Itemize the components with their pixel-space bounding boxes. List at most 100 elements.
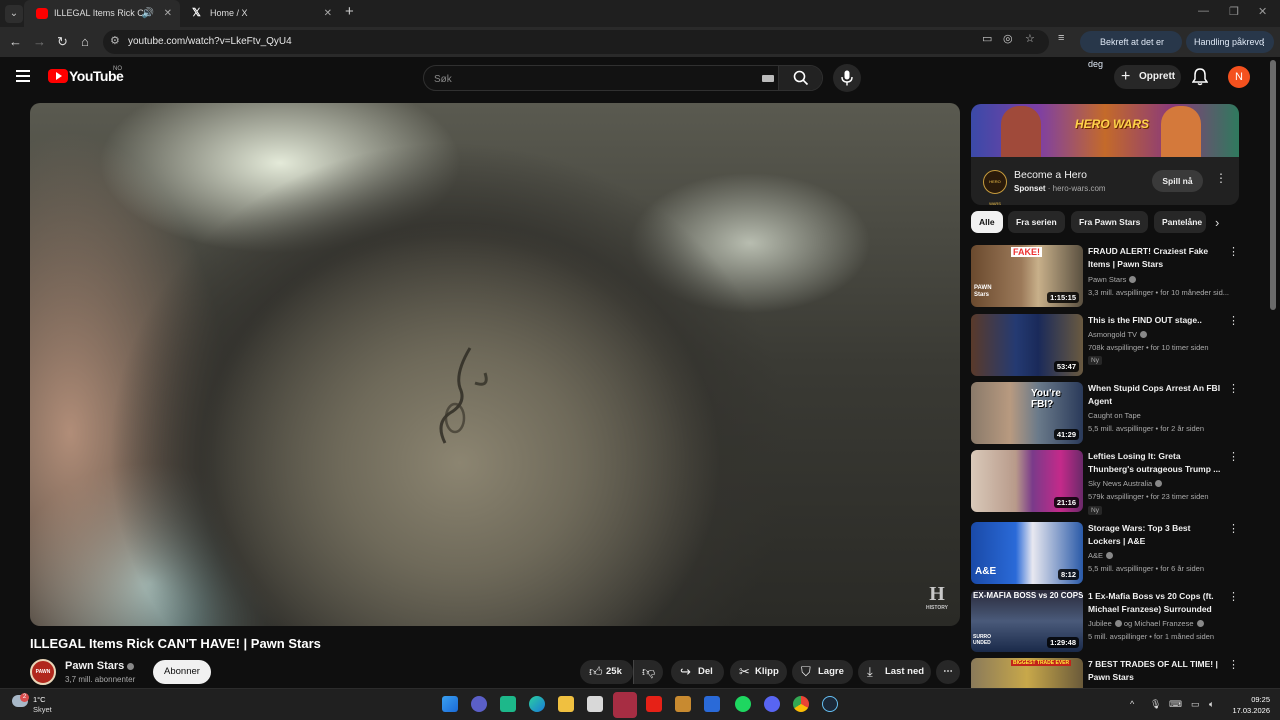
chip-from-pawn-stars[interactable]: Fra Pawn Stars: [1071, 211, 1149, 233]
subscribe-button[interactable]: Abonner: [153, 660, 211, 684]
tab-x[interactable]: 𝕏 Home / X ✕: [180, 0, 340, 27]
chip-pawn-shop[interactable]: Pantelåne: [1154, 211, 1206, 233]
video-thumbnail[interactable]: 21:16: [971, 450, 1083, 512]
volume-icon[interactable]: 🔈︎: [1209, 699, 1214, 710]
search-button[interactable]: [778, 66, 822, 90]
page-scrollbar[interactable]: [1270, 60, 1276, 310]
recommendation-title[interactable]: Storage Wars: Top 3 Best Lockers | A&E: [1088, 522, 1223, 548]
weather-temperature[interactable]: 1°C: [33, 695, 46, 704]
more-vert-icon[interactable]: ⋮: [1228, 314, 1239, 327]
home-icon[interactable]: ⌂: [81, 34, 89, 49]
site-info-icon[interactable]: ⚙: [110, 34, 120, 47]
cast-icon[interactable]: ▭: [982, 32, 992, 45]
tab-youtube[interactable]: ILLEGAL Items Rick CAN'T H 🔊 ✕: [24, 0, 180, 27]
chrome-icon[interactable]: [793, 696, 809, 712]
more-vert-icon[interactable]: ⋮: [1228, 245, 1239, 258]
verify-identity-pill[interactable]: Bekreft at det er deg: [1080, 31, 1182, 69]
teams-icon[interactable]: [471, 696, 487, 712]
chip-all[interactable]: Alle: [971, 211, 1003, 233]
download-button[interactable]: ⤓ Last ned: [858, 660, 931, 684]
menu-icon[interactable]: [16, 70, 30, 82]
recommendation-channel[interactable]: Asmongold TV: [1088, 330, 1148, 339]
new-tab-icon[interactable]: +: [345, 3, 354, 20]
share-button[interactable]: ↪ Del: [671, 660, 724, 684]
recommendation-channel[interactable]: Pawn Stars: [1088, 275, 1137, 284]
create-button[interactable]: + Opprett: [1114, 65, 1181, 89]
steam-icon[interactable]: [822, 696, 838, 712]
mail-icon[interactable]: [704, 696, 720, 712]
recommendation-title[interactable]: This is the FIND OUT stage..: [1088, 314, 1223, 327]
video-thumbnail[interactable]: EX-MAFIA BOSS vs 20 COPS SURRO UNDED 1:2…: [971, 590, 1083, 652]
more-vert-icon[interactable]: ⋮: [1228, 382, 1239, 395]
spotify-icon[interactable]: [735, 696, 751, 712]
reload-icon[interactable]: ↻: [57, 34, 68, 50]
recommendation-title[interactable]: 7 BEST TRADES OF ALL TIME! | Pawn Stars: [1088, 658, 1223, 684]
weather-description[interactable]: Skyet: [33, 705, 52, 714]
reading-list-icon[interactable]: ≡: [1058, 32, 1064, 44]
tab-close-icon[interactable]: ✕: [164, 0, 172, 27]
sponsored-ad-card[interactable]: HERO WARS HERO WARS Become a Hero Sponse…: [971, 104, 1239, 205]
voice-search-button[interactable]: [833, 64, 861, 92]
recommendation-channel[interactable]: Caught on Tape: [1088, 411, 1141, 420]
keyboard-tray-icon[interactable]: ⌨: [1169, 699, 1182, 710]
network-icon[interactable]: ▭: [1191, 699, 1200, 710]
like-button[interactable]: 👍︎ 25k: [580, 660, 633, 684]
copilot-icon[interactable]: [500, 696, 516, 712]
video-thumbnail[interactable]: 53:47: [971, 314, 1083, 376]
recommendation-channel[interactable]: Jubilee og Michael Franzese: [1088, 619, 1204, 628]
recommendation-item[interactable]: 21:16 Lefties Losing It: Greta Thunberg'…: [971, 450, 1251, 515]
channel-avatar[interactable]: PAWN: [30, 659, 56, 685]
youtube-logo-icon[interactable]: [48, 69, 68, 83]
more-actions-button[interactable]: ⋯: [936, 660, 960, 684]
recommendation-title[interactable]: Lefties Losing It: Greta Thunberg's outr…: [1088, 450, 1223, 476]
youtube-app-icon[interactable]: [646, 696, 662, 712]
chevron-right-icon[interactable]: ›: [1215, 215, 1219, 230]
system-clock[interactable]: 09:25 17.03.2026: [1222, 694, 1270, 716]
video-thumbnail[interactable]: BIGGEST TRADE EVER: [971, 658, 1083, 688]
video-thumbnail[interactable]: FAKE! PAWN Stars 1:15:15: [971, 245, 1083, 307]
tab-close-icon[interactable]: ✕: [324, 0, 332, 27]
video-thumbnail[interactable]: You're FBI? 41:29: [971, 382, 1083, 444]
chip-from-series[interactable]: Fra serien: [1008, 211, 1065, 233]
back-icon[interactable]: ←: [9, 34, 22, 49]
store-icon[interactable]: [587, 696, 603, 712]
more-vert-icon[interactable]: ⋮: [1228, 522, 1239, 535]
close-window-icon[interactable]: ✕: [1258, 5, 1267, 18]
account-avatar[interactable]: N: [1228, 66, 1250, 88]
recommendation-title[interactable]: 1 Ex-Mafia Boss vs 20 Cops (ft. Michael …: [1088, 590, 1223, 616]
restore-icon[interactable]: ❐: [1229, 5, 1239, 18]
recommendation-item[interactable]: You're FBI? 41:29 When Stupid Cops Arres…: [971, 382, 1251, 444]
ad-banner-image[interactable]: HERO WARS: [971, 104, 1239, 157]
recommendation-channel[interactable]: A&E: [1088, 551, 1114, 560]
channel-name[interactable]: Pawn Stars: [65, 660, 135, 672]
minimize-icon[interactable]: —: [1198, 5, 1209, 17]
windows-start-icon[interactable]: [442, 696, 458, 712]
video-thumbnail[interactable]: A&E 8:12: [971, 522, 1083, 584]
active-app-icon[interactable]: [613, 692, 637, 718]
recommendation-title[interactable]: FRAUD ALERT! Craziest Fake Items | Pawn …: [1088, 245, 1223, 271]
more-vert-icon[interactable]: ⋮: [1228, 590, 1239, 603]
clip-button[interactable]: ✂ Klipp: [730, 660, 787, 684]
recommendation-item[interactable]: EX-MAFIA BOSS vs 20 COPS SURRO UNDED 1:2…: [971, 590, 1251, 652]
notifications-bell-icon[interactable]: [1192, 68, 1208, 86]
recommendation-channel[interactable]: Sky News Australia: [1088, 479, 1163, 488]
discord-icon[interactable]: [764, 696, 780, 712]
recommendation-item[interactable]: BIGGEST TRADE EVER 7 BEST TRADES OF ALL …: [971, 658, 1251, 688]
recommendation-item[interactable]: A&E 8:12 Storage Wars: Top 3 Best Locker…: [971, 522, 1251, 584]
tracking-icon[interactable]: ◎: [1003, 32, 1013, 45]
recommendation-item[interactable]: 53:47 This is the FIND OUT stage.. Asmon…: [971, 314, 1251, 376]
more-vert-icon[interactable]: ⋮: [1228, 658, 1239, 671]
dislike-button[interactable]: 👎︎: [633, 660, 663, 684]
bookmark-star-icon[interactable]: ☆: [1025, 32, 1035, 45]
tab-search-icon[interactable]: ⌄: [5, 5, 23, 23]
tab-audio-icon[interactable]: 🔊: [142, 0, 154, 27]
forward-icon[interactable]: →: [33, 34, 46, 49]
search-input[interactable]: [434, 70, 754, 88]
edge-icon[interactable]: [529, 696, 545, 712]
ad-cta-button[interactable]: Spill nå: [1152, 170, 1203, 192]
microphone-tray-icon[interactable]: 🎙︎: [1150, 699, 1161, 710]
ad-more-icon[interactable]: ⋮: [1215, 171, 1227, 185]
recommendation-title[interactable]: When Stupid Cops Arrest An FBI Agent: [1088, 382, 1223, 408]
keyboard-icon[interactable]: [762, 75, 774, 82]
url-field[interactable]: ⚙ youtube.com/watch?v=LkeFtv_QyU4: [103, 30, 1049, 54]
